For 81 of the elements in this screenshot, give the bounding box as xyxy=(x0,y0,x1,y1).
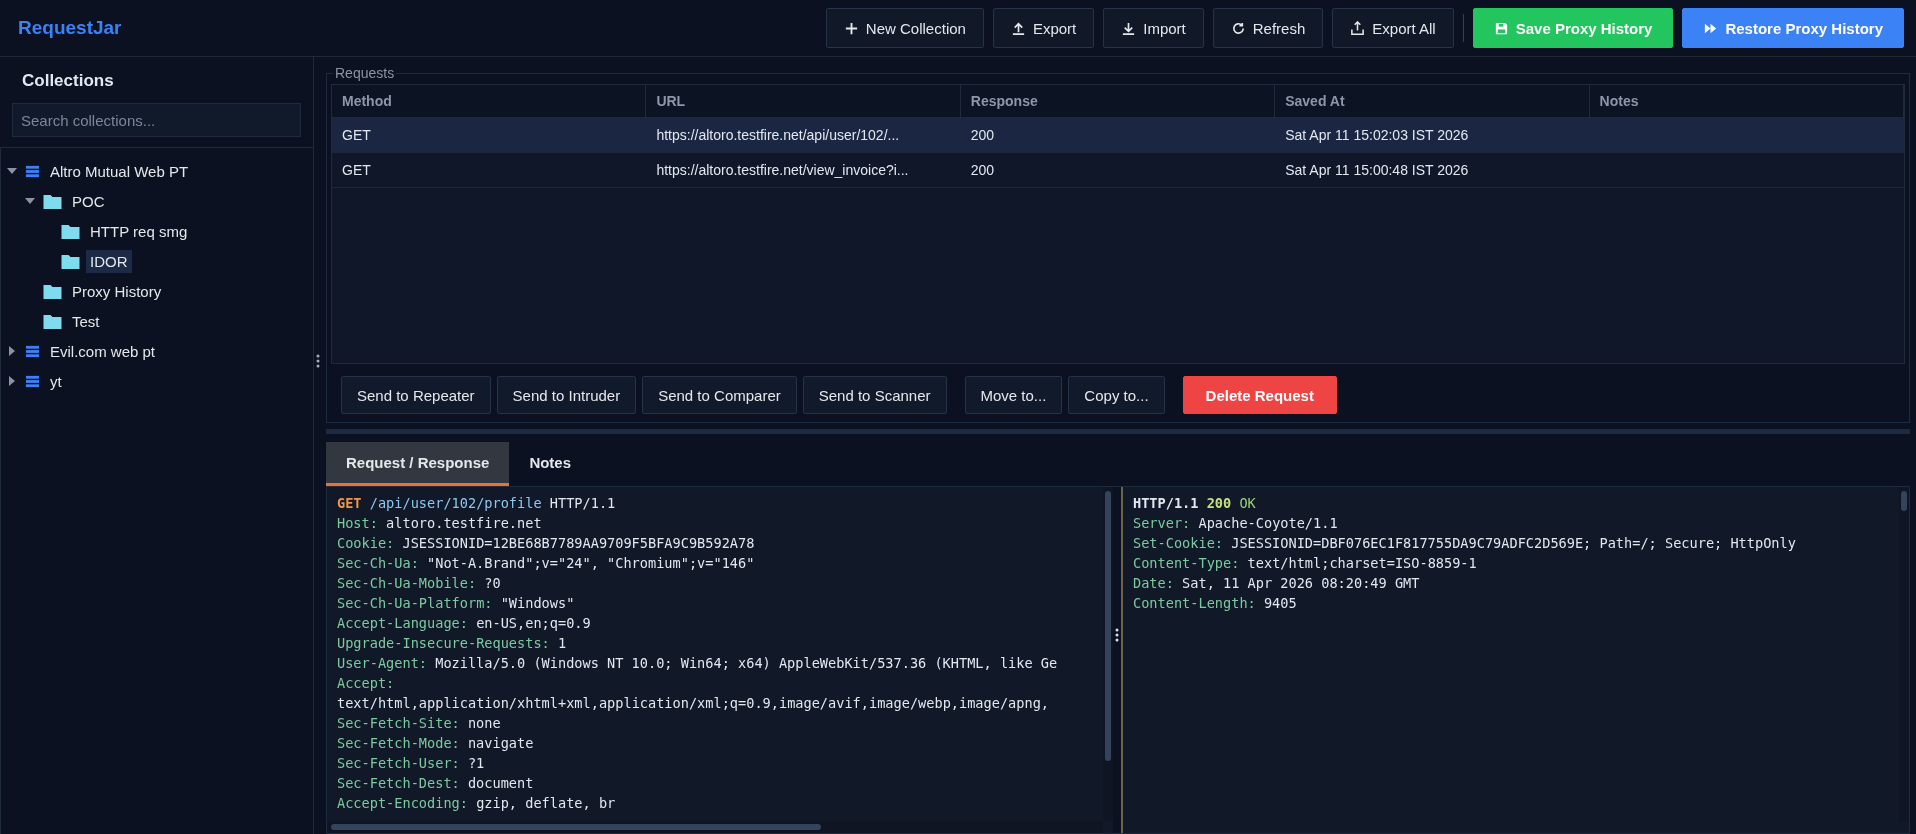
table-cell: GET xyxy=(342,162,371,178)
upload-icon xyxy=(1010,20,1026,36)
toolbar-button[interactable]: Export All xyxy=(1332,8,1454,48)
expand-arrow-icon[interactable] xyxy=(7,346,17,356)
folder-icon xyxy=(43,283,62,299)
splitter-handle-icon[interactable] xyxy=(1115,628,1119,642)
code-line: Sec-Fetch-Dest: document xyxy=(337,774,535,793)
table-cell: Sat Apr 11 15:02:03 IST 2026 xyxy=(1285,127,1469,143)
table-cell: https://altoro.testfire.net/view_invoice?i... xyxy=(656,162,909,178)
refresh-icon xyxy=(1230,20,1246,36)
tree-item[interactable]: Altro Mutual Web PT xyxy=(46,159,193,183)
tree-item[interactable]: Evil.com web pt xyxy=(46,339,160,363)
plus-icon xyxy=(843,20,859,36)
code-line: Sec-Fetch-Site: none xyxy=(337,714,502,733)
upload-icon xyxy=(1350,20,1366,36)
code-line: Accept-Language: en-US,en;q=0.9 xyxy=(337,614,592,633)
action-button[interactable]: Send to Scanner xyxy=(802,376,947,414)
database-icon xyxy=(25,373,40,389)
code-line: Sec-Fetch-Mode: navigate xyxy=(337,734,535,753)
sidebar-title: Collections xyxy=(21,71,115,92)
code-line: Set-Cookie: JSESSIONID=DBF076EC1F817755DA9C79ADFC2D569E; Path=/; Secure; HttpOnly xyxy=(1133,534,1797,553)
collapse-arrow-icon[interactable] xyxy=(7,166,17,176)
folder-icon xyxy=(43,193,62,209)
section-title: Requests xyxy=(333,65,397,81)
tree-item[interactable]: yt xyxy=(46,369,66,393)
code-line: Server: Apache-Coyote/1.1 xyxy=(1133,514,1339,533)
folder-icon xyxy=(61,253,80,269)
code-line: Sec-Ch-Ua-Platform: "Windows" xyxy=(337,594,576,613)
tree-item[interactable]: Proxy History xyxy=(68,279,166,303)
code-line: Accept-Encoding: gzip, deflate, br xyxy=(337,794,617,813)
table-cell: 200 xyxy=(970,162,995,178)
code-line: Sec-Ch-Ua-Mobile: ?0 xyxy=(337,574,502,593)
scrollbar[interactable] xyxy=(327,821,1103,833)
scrollbar[interactable] xyxy=(1899,487,1909,821)
folder-icon xyxy=(43,313,62,329)
download-icon xyxy=(1121,20,1137,36)
code-line: text/html,application/xhtml+xml,application/xml;q=0.9,image/avif,image/webp,image/apng, xyxy=(337,694,1051,713)
tree-item[interactable]: POC xyxy=(68,189,109,213)
tab[interactable]: Request / Response xyxy=(326,442,510,486)
code-line: GET /api/user/102/profile HTTP/1.1 xyxy=(337,494,617,513)
search-field[interactable]: Search collections... xyxy=(12,103,301,137)
code-line: Content-Length: 9405 xyxy=(1133,594,1298,613)
table-cell: GET xyxy=(342,127,371,143)
database-icon xyxy=(25,343,40,359)
folder-icon xyxy=(61,223,80,239)
code-line: Sec-Fetch-User: ?1 xyxy=(337,754,486,773)
action-button[interactable]: Send to Comparer xyxy=(642,376,797,414)
code-line: Upgrade-Insecure-Requests: 1 xyxy=(337,634,568,653)
code-line: HTTP/1.1 200 OK xyxy=(1133,494,1257,513)
table-row[interactable]: GET https://altoro.testfire.net/api/user/102/... 200 Sat Apr 11 15:02:03 IST 2026 xyxy=(332,118,1904,153)
toolbar-button[interactable]: Export xyxy=(992,8,1095,48)
splitter-handle-icon[interactable] xyxy=(316,353,320,368)
tab[interactable]: Notes xyxy=(509,442,592,486)
tree-item[interactable]: Test xyxy=(68,309,104,333)
collapse-arrow-icon[interactable] xyxy=(25,196,35,206)
action-button[interactable]: Send to Intruder xyxy=(496,376,637,414)
tree-item[interactable]: IDOR xyxy=(86,249,132,273)
table-cell: https://altoro.testfire.net/api/user/102/... xyxy=(656,127,900,143)
action-button[interactable]: Send to Repeater xyxy=(341,376,491,414)
toolbar-button[interactable]: New Collection xyxy=(825,8,984,48)
toolbar-button[interactable]: Import xyxy=(1103,8,1204,48)
code-line: Date: Sat, 11 Apr 2026 08:20:49 GMT xyxy=(1133,574,1421,593)
code-line: Sec-Ch-Ua: "Not-A.Brand";v="24", "Chromium";v="146" xyxy=(337,554,756,573)
code-line: User-Agent: Mozilla/5.0 (Windows NT 10.0; Win64; x64) AppleWebKit/537.36 (KHTML, like Ge xyxy=(337,654,1059,673)
database-icon xyxy=(25,163,40,179)
app-title: RequestJar xyxy=(18,17,122,39)
code-line: Content-Type: text/html;charset=ISO-8859-1 xyxy=(1133,554,1478,573)
toolbar-button[interactable]: Restore Proxy History xyxy=(1682,8,1904,48)
code-line: Host: altoro.testfire.net xyxy=(337,514,543,533)
code-line: Cookie: JSESSIONID=12BE68B7789AA9709F5BFA9C9B592A78 xyxy=(337,534,756,553)
action-button[interactable]: Delete Request xyxy=(1182,376,1337,414)
action-button[interactable]: Copy to... xyxy=(1068,376,1165,414)
action-button[interactable]: Move to... xyxy=(964,376,1063,414)
code-line: Accept: xyxy=(337,674,396,693)
toolbar-button[interactable]: Refresh xyxy=(1212,8,1324,48)
scrollbar[interactable] xyxy=(1103,487,1113,821)
table-cell: Sat Apr 11 15:00:48 IST 2026 xyxy=(1285,162,1469,178)
expand-arrow-icon[interactable] xyxy=(7,376,17,386)
tree-item[interactable]: HTTP req smg xyxy=(86,219,192,243)
table-row[interactable]: GET https://altoro.testfire.net/view_invoice?i... 200 Sat Apr 11 15:00:48 IST 2026 xyxy=(332,153,1904,188)
table-cell: 200 xyxy=(970,127,995,143)
